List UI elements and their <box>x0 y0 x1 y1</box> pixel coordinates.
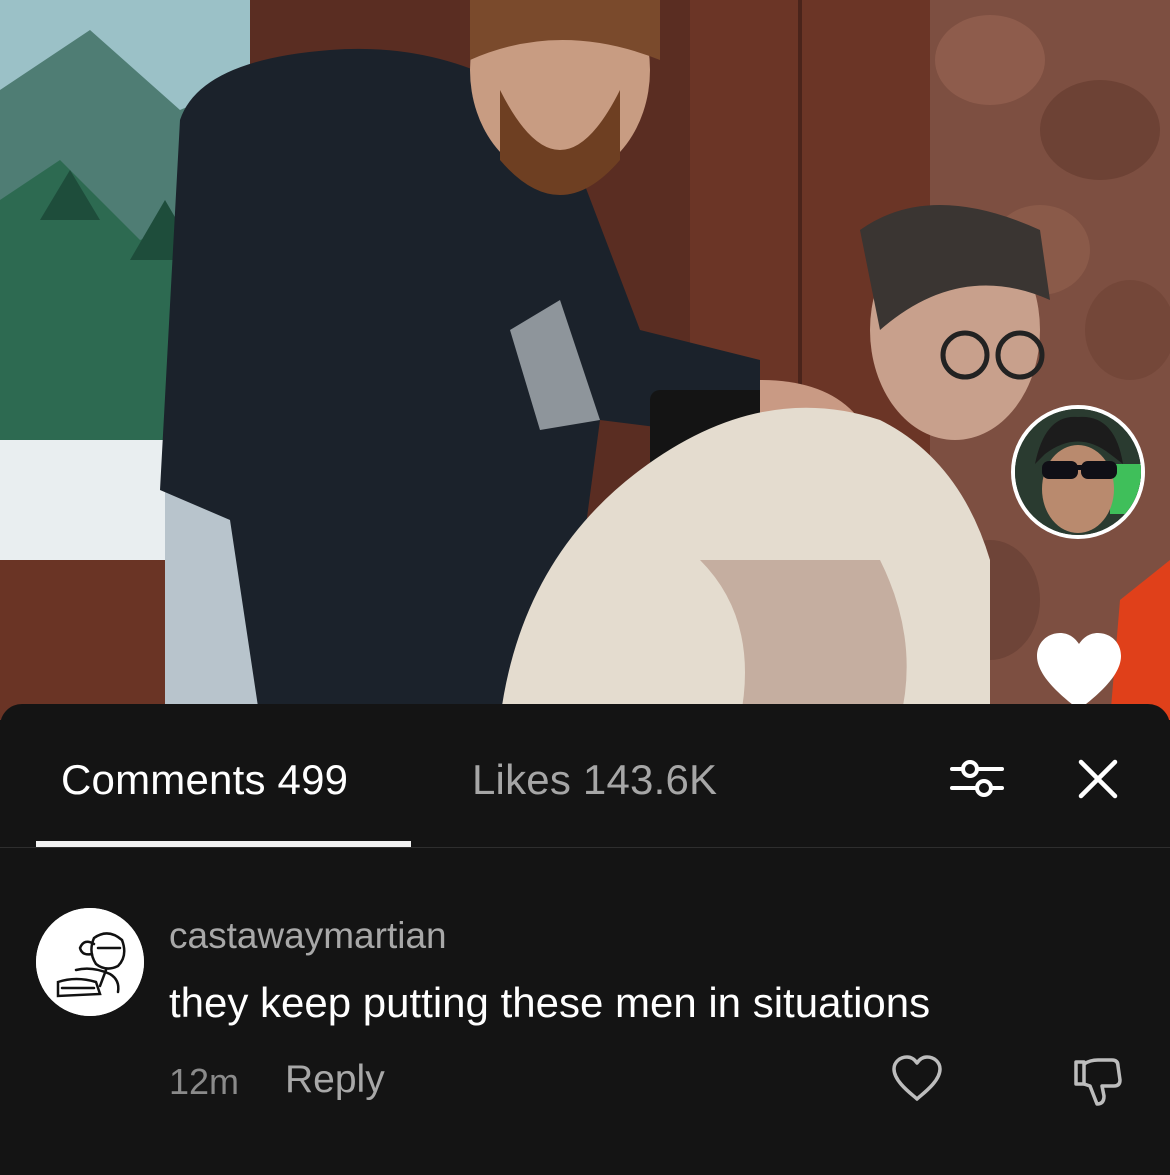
comments-tab-bar: Comments 499 Likes 143.6K <box>0 704 1170 848</box>
commenter-avatar-drawing <box>36 908 144 1016</box>
video-like-heart-icon[interactable] <box>1033 630 1125 712</box>
close-icon[interactable] <box>1073 754 1123 804</box>
tab-divider <box>0 847 1170 848</box>
tab-comments[interactable]: Comments 499 <box>61 756 348 804</box>
tab-likes[interactable]: Likes 143.6K <box>472 756 717 804</box>
heart-outline-icon[interactable] <box>890 1054 944 1104</box>
creator-photo <box>1015 409 1141 535</box>
commenter-avatar[interactable] <box>36 908 144 1016</box>
thumbs-down-icon[interactable] <box>1070 1054 1124 1108</box>
sliders-icon[interactable] <box>948 754 1006 802</box>
comments-sheet: Comments 499 Likes 143.6K castawaymartia… <box>0 704 1170 1175</box>
comment-item: castawaymartian they keep putting these … <box>0 904 1170 1124</box>
comment-text: they keep putting these men in situation… <box>169 979 931 1026</box>
comment-username[interactable]: castawaymartian <box>169 915 447 957</box>
video-frame <box>0 0 1170 720</box>
comment-timestamp: 12m <box>169 1061 240 1102</box>
reply-button[interactable]: Reply <box>285 1058 385 1102</box>
video-player[interactable] <box>0 0 1170 720</box>
creator-avatar-icon[interactable] <box>1011 405 1145 539</box>
